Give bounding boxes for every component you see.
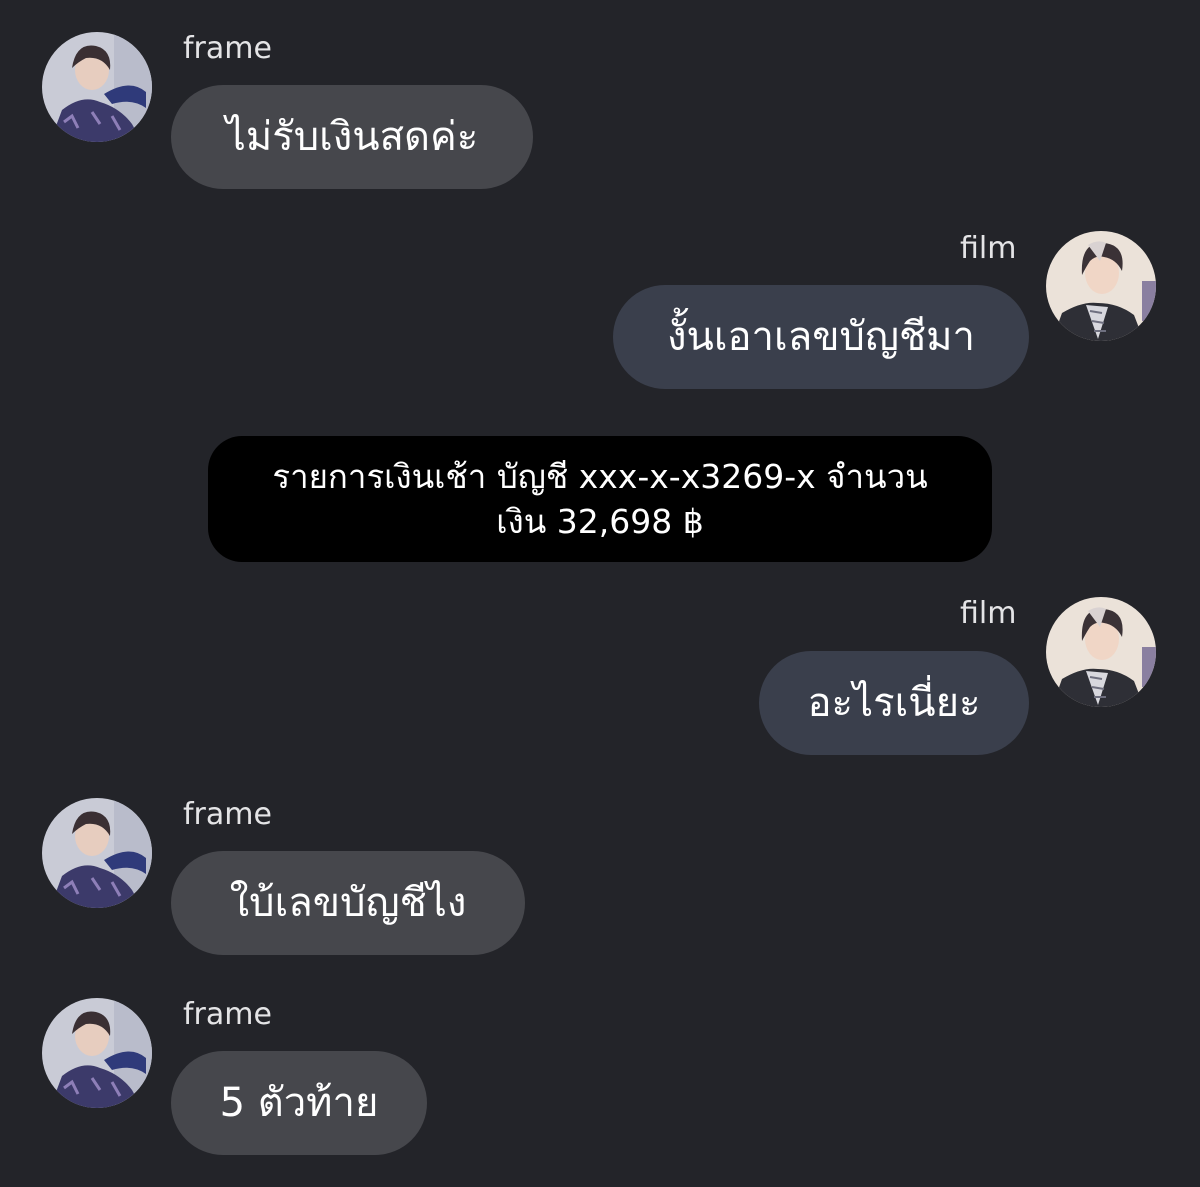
film-avatar-photo-icon [1046,597,1156,707]
sender-name: frame [183,797,272,832]
frame-avatar-photo-icon [42,32,152,142]
frame-avatar-photo-icon [42,998,152,1108]
sender-name: frame [183,997,272,1032]
notice-line: รายการเงินเช้า บัญชี xxx-x-x3269-x จำนวน [272,457,928,496]
sender-name: film [960,231,1017,266]
message-bubble[interactable]: อะไรเนี่ยะ [759,651,1029,755]
film-avatar[interactable] [1046,597,1156,707]
frame-avatar[interactable] [42,998,152,1108]
sender-name: frame [183,31,272,66]
message-bubble[interactable]: ใบ้เลขบัญชีไง [171,851,525,955]
transaction-notice[interactable]: รายการเงินเช้า บัญชี xxx-x-x3269-x จำนวน… [208,436,992,562]
frame-avatar[interactable] [42,32,152,142]
film-avatar-photo-icon [1046,231,1156,341]
frame-avatar-photo-icon [42,798,152,908]
film-avatar[interactable] [1046,231,1156,341]
sender-name: film [960,596,1017,631]
message-bubble[interactable]: 5 ตัวท้าย [171,1051,427,1155]
message-bubble[interactable]: ไม่รับเงินสดค่ะ [171,85,533,189]
message-bubble[interactable]: งั้นเอาเลขบัญชีมา [613,285,1029,389]
frame-avatar[interactable] [42,798,152,908]
notice-line: เงิน 32,698 ฿ [496,502,704,541]
